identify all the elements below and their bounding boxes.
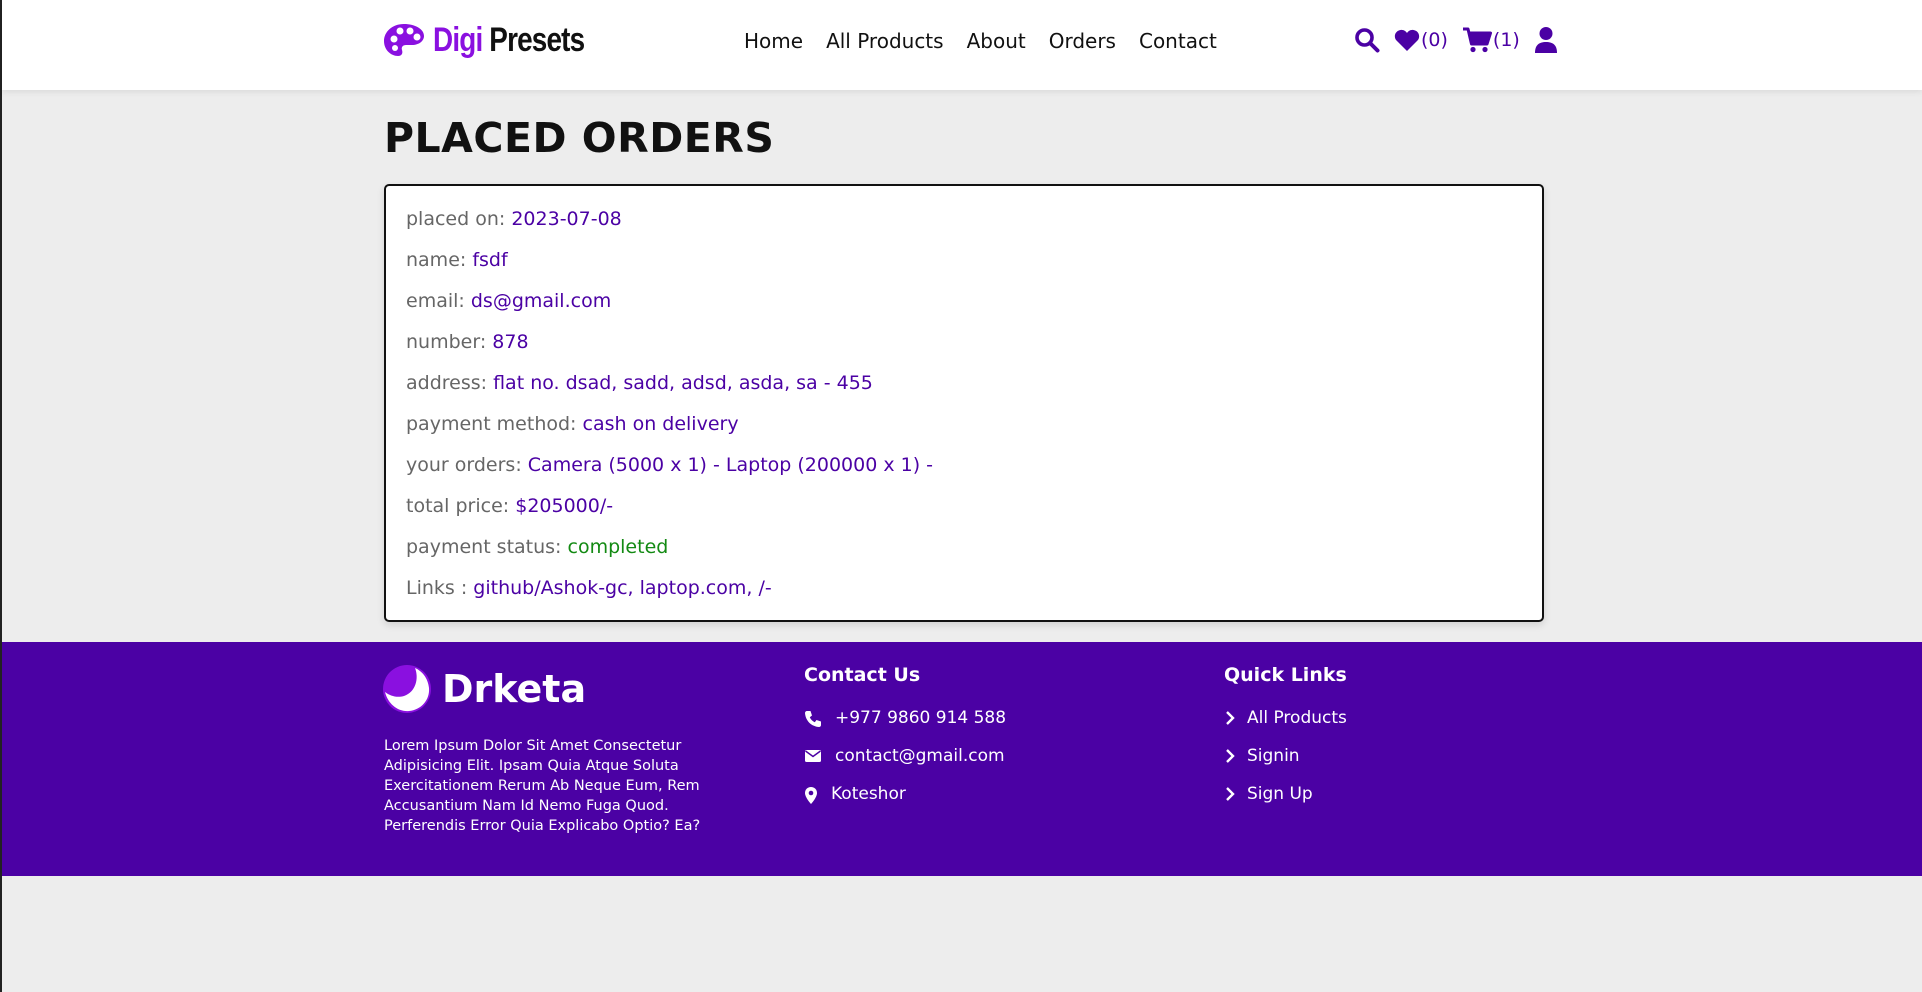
- contact-email-text: contact@gmail.com: [835, 746, 1005, 766]
- placed-on-label: placed on:: [406, 208, 506, 230]
- site-footer: Drketa Lorem Ipsum Dolor Sit Amet Consec…: [2, 642, 1922, 876]
- cart-button[interactable]: (1): [1462, 27, 1520, 53]
- your-orders-value: Camera (5000 x 1) - Laptop (200000 x 1) …: [527, 454, 934, 476]
- order-total-price: total price: $205000/-: [406, 495, 1542, 536]
- links-value[interactable]: github/Ashok-gc, laptop.com, /-: [473, 577, 771, 599]
- links-label: Links :: [406, 577, 468, 599]
- order-items: your orders: Camera (5000 x 1) - Laptop …: [406, 454, 1542, 495]
- page-title: PLACED ORDERS: [384, 114, 775, 162]
- address-value: flat no. dsad, sadd, adsd, asda, sa - 45…: [493, 372, 873, 394]
- chevron-right-icon: [1226, 711, 1235, 725]
- order-card: placed on: 2023-07-08 name: fsdf email: …: [384, 184, 1544, 622]
- number-label: number:: [406, 331, 487, 353]
- placed-on-value: 2023-07-08: [511, 208, 622, 230]
- quick-link-label: Sign Up: [1247, 784, 1313, 804]
- name-value: fsdf: [472, 249, 508, 271]
- brand-name-part1: Digi: [433, 20, 483, 59]
- email-value: ds@gmail.com: [470, 290, 612, 312]
- chevron-right-icon: [1226, 787, 1235, 801]
- user-icon: [1534, 27, 1557, 53]
- order-address: address: flat no. dsad, sadd, adsd, asda…: [406, 372, 1542, 413]
- payment-status-label: payment status:: [406, 536, 562, 558]
- your-orders-label: your orders:: [406, 454, 522, 476]
- contact-list: +977 9860 914 588 contact@gmail.com Kote…: [804, 708, 1006, 822]
- nav-contact[interactable]: Contact: [1139, 29, 1217, 53]
- contact-title: Contact Us: [804, 664, 921, 686]
- brand-name-part2: Presets: [489, 20, 585, 59]
- moon-logo-icon: [383, 665, 431, 713]
- account-button[interactable]: [1534, 26, 1558, 54]
- palette-icon: [384, 24, 424, 56]
- order-links: Links : github/Ashok-gc, laptop.com, /-: [406, 577, 1542, 618]
- order-payment-method: payment method: cash on delivery: [406, 413, 1542, 454]
- quick-link-label: Signin: [1247, 746, 1300, 766]
- wishlist-count: (0): [1421, 29, 1448, 51]
- address-label: address:: [406, 372, 488, 394]
- footer-description: Lorem Ipsum Dolor Sit Amet Consectetur A…: [384, 738, 701, 834]
- contact-phone[interactable]: +977 9860 914 588: [804, 708, 1006, 746]
- search-icon: [1355, 28, 1380, 53]
- order-number: number: 878: [406, 331, 1542, 372]
- map-pin-icon: [805, 787, 817, 804]
- nav-all-products[interactable]: All Products: [826, 29, 944, 53]
- wishlist-button[interactable]: (0): [1394, 28, 1448, 52]
- order-placed-on: placed on: 2023-07-08: [406, 208, 1542, 249]
- order-email: email: ds@gmail.com: [406, 290, 1542, 331]
- nav-about[interactable]: About: [967, 29, 1026, 53]
- site-header: Digi Presets Home All Products About Ord…: [2, 0, 1922, 90]
- heart-icon: [1394, 29, 1420, 51]
- total-price-value: $205000/-: [515, 495, 614, 517]
- contact-location[interactable]: Koteshor: [804, 784, 1006, 822]
- contact-phone-text: +977 9860 914 588: [835, 708, 1007, 728]
- contact-email[interactable]: contact@gmail.com: [804, 746, 1006, 784]
- number-value: 878: [492, 331, 529, 353]
- quick-link-signup[interactable]: Sign Up: [1224, 784, 1347, 822]
- quick-link-signin[interactable]: Signin: [1224, 746, 1347, 784]
- header-icons: (0) (1): [1354, 26, 1558, 54]
- footer-logo[interactable]: Drketa: [382, 664, 586, 714]
- main-nav: Home All Products About Orders Contact: [744, 29, 1217, 53]
- brand-logo[interactable]: Digi Presets: [383, 18, 618, 62]
- payment-status-value: completed: [567, 536, 669, 558]
- envelope-icon: [805, 750, 821, 762]
- quick-links-list: All Products Signin Sign Up: [1224, 708, 1347, 822]
- phone-icon: [805, 711, 821, 727]
- nav-orders[interactable]: Orders: [1049, 29, 1116, 53]
- nav-home[interactable]: Home: [744, 29, 803, 53]
- footer-brand-name: Drketa: [442, 667, 587, 711]
- payment-method-value: cash on delivery: [582, 413, 739, 435]
- cart-icon: [1462, 27, 1492, 53]
- order-name: name: fsdf: [406, 249, 1542, 290]
- brand-name: Digi Presets: [433, 20, 585, 60]
- search-button[interactable]: [1354, 27, 1380, 53]
- name-label: name:: [406, 249, 467, 271]
- quick-link-all-products[interactable]: All Products: [1224, 708, 1347, 746]
- email-label: email:: [406, 290, 465, 312]
- cart-count: (1): [1492, 29, 1520, 51]
- payment-method-label: payment method:: [406, 413, 577, 435]
- quick-link-label: All Products: [1247, 708, 1347, 728]
- chevron-right-icon: [1226, 749, 1235, 763]
- contact-location-text: Koteshor: [831, 784, 906, 804]
- quick-links-title: Quick Links: [1224, 664, 1347, 686]
- total-price-label: total price:: [406, 495, 510, 517]
- order-payment-status: payment status: completed: [406, 536, 1542, 577]
